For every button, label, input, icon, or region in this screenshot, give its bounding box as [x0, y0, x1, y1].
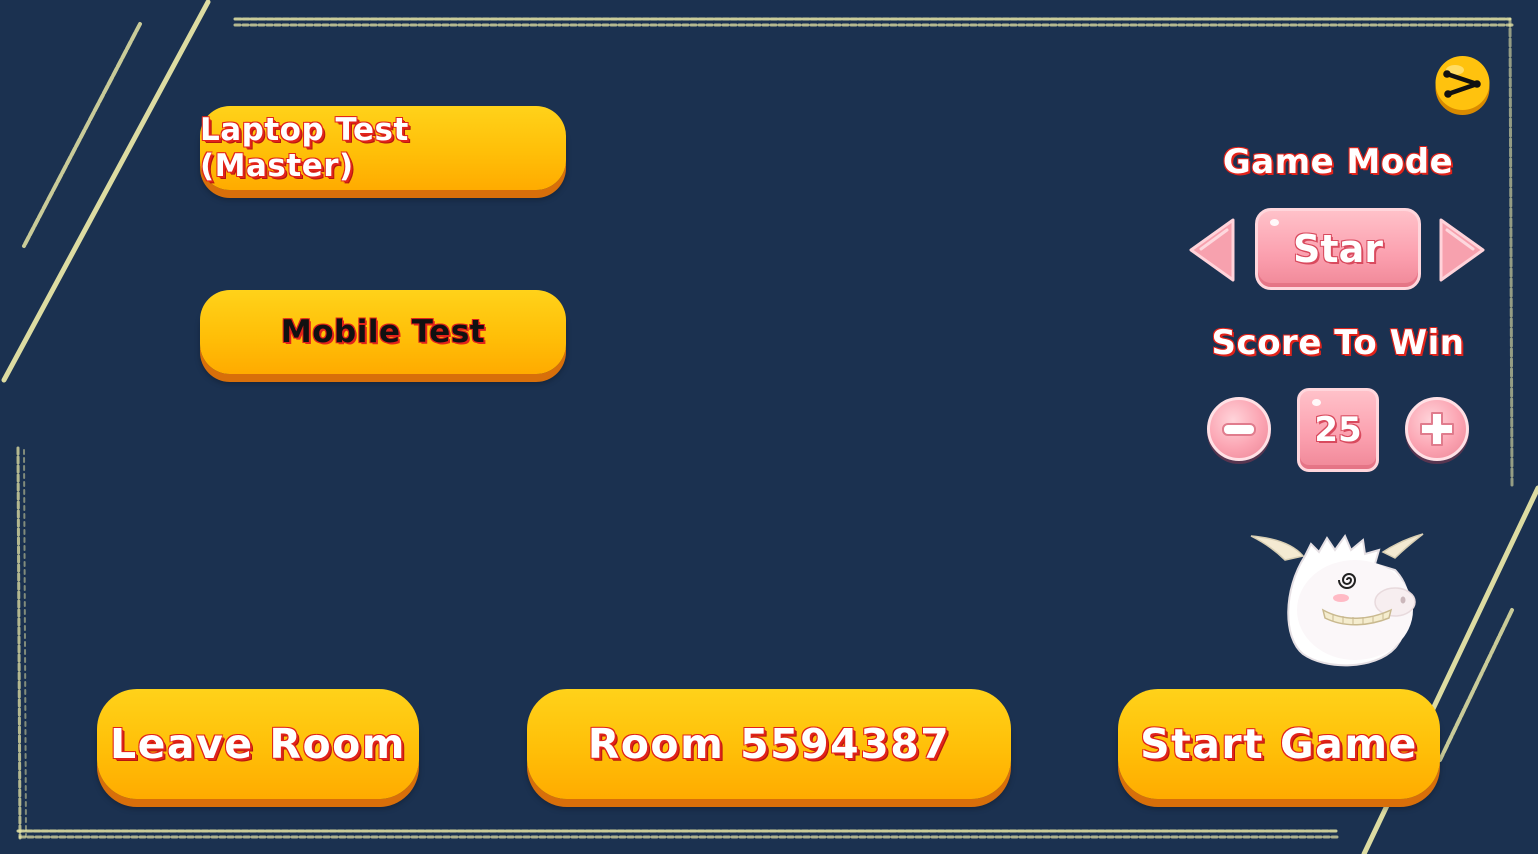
room-id-label: Room 5594387 — [587, 720, 951, 768]
score-to-win-title: Score To Win — [1211, 323, 1465, 363]
arrow-left-icon — [1189, 218, 1235, 282]
game-mode-prev-button[interactable] — [1187, 218, 1237, 282]
score-to-win-value-text: 25 — [1314, 410, 1362, 450]
share-button[interactable] — [1435, 54, 1490, 116]
player-name-master: Laptop Test (Master) — [200, 112, 409, 184]
game-mode-next-button[interactable] — [1437, 218, 1487, 282]
arrow-right-icon — [1439, 218, 1485, 282]
leave-room-button[interactable]: Leave Room — [97, 689, 419, 799]
minus-icon — [1222, 423, 1256, 436]
game-mode-value: Star — [1255, 208, 1421, 290]
shine-highlight — [1312, 399, 1321, 406]
lobby-screen: Laptop Test (Master) Mobile Test Game Mo… — [0, 0, 1538, 854]
game-mode-title: Game Mode — [1222, 142, 1454, 182]
player-name-2: Mobile Test — [280, 314, 486, 350]
score-decrease-button[interactable] — [1207, 397, 1271, 461]
room-id-button[interactable]: Room 5594387 — [527, 689, 1011, 799]
leave-room-label: Leave Room — [109, 720, 407, 768]
start-game-label: Start Game — [1140, 720, 1418, 768]
sheep-mascot — [1250, 533, 1424, 667]
share-icon — [1435, 56, 1490, 115]
player-slot-master[interactable]: Laptop Test (Master) — [200, 106, 566, 190]
start-game-button[interactable]: Start Game — [1118, 689, 1440, 799]
game-mode-value-text: Star — [1293, 227, 1383, 271]
shine-highlight — [1270, 219, 1279, 226]
score-increase-button[interactable] — [1405, 397, 1469, 461]
score-to-win-value: 25 — [1297, 388, 1379, 472]
player-slot-2[interactable]: Mobile Test — [200, 290, 566, 374]
plus-icon — [1420, 412, 1454, 446]
